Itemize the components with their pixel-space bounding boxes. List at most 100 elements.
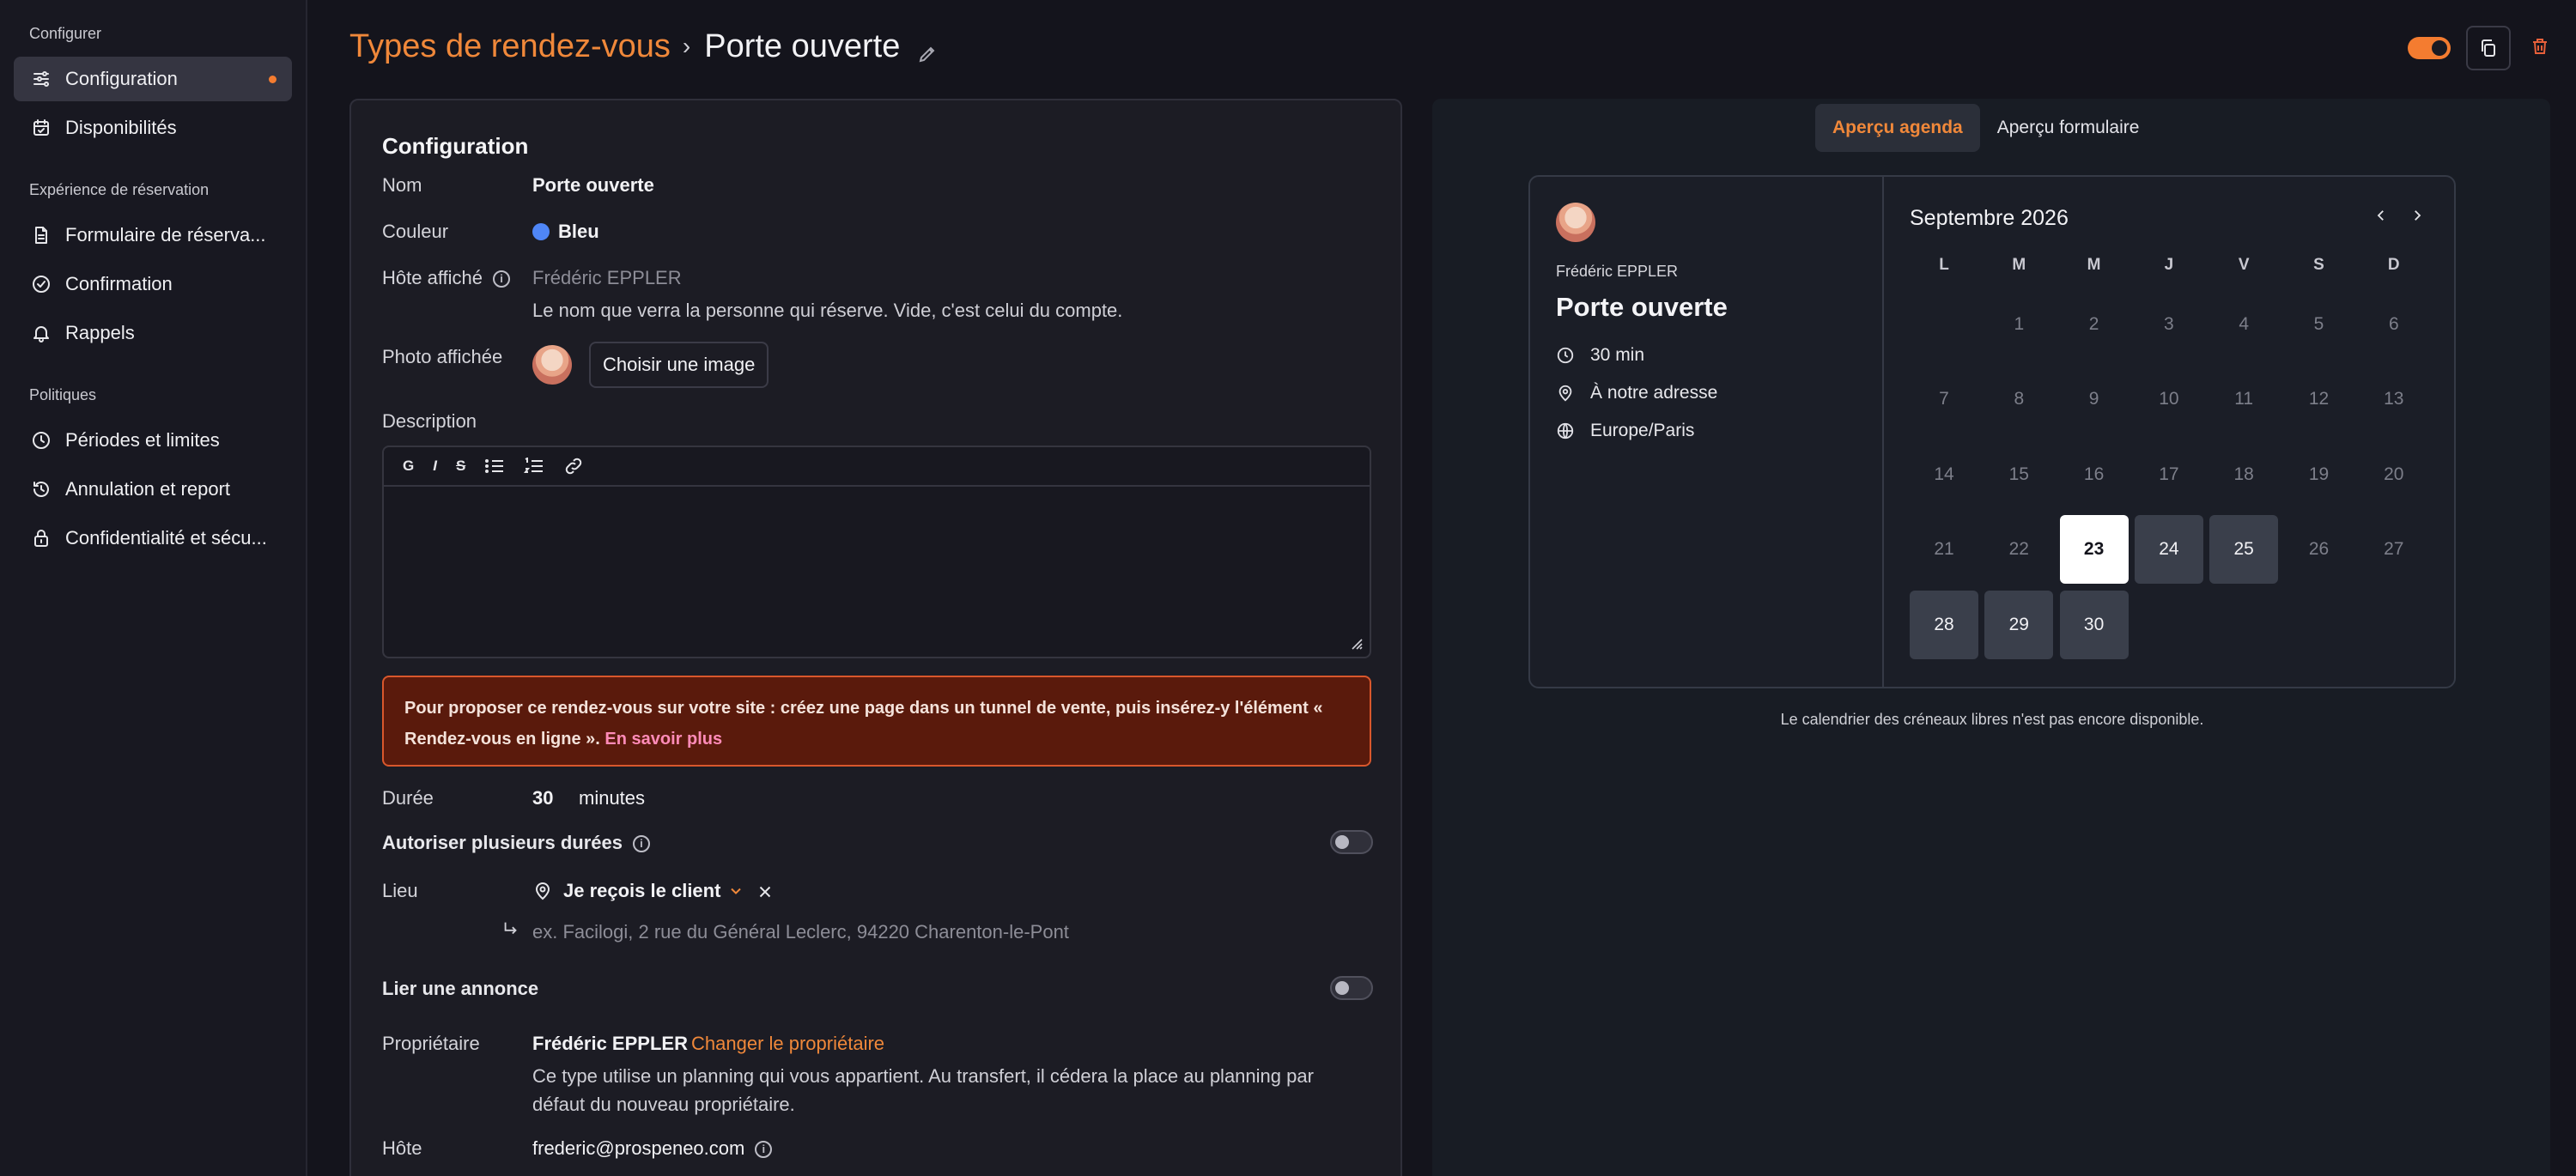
calendar-day: 10 [2159,389,2179,409]
numbered-list-icon[interactable] [524,457,544,476]
info-icon[interactable]: i [755,1141,773,1159]
weekday-header: J [2164,256,2174,274]
calendar-day: 21 [1934,539,1954,560]
change-owner-link[interactable]: Changer le propriétaire [691,1033,884,1055]
check-circle-icon [31,274,52,294]
description-editor[interactable]: G I S [382,446,1371,658]
header-actions [2408,26,2550,70]
breadcrumb-separator: › [682,33,691,59]
weekday-header: S [2313,256,2324,274]
address-input[interactable]: ex. Facilogi, 2 rue du Général Leclerc, … [532,921,1069,943]
calendar-icon [31,118,52,138]
calendar-day: 11 [2234,389,2254,409]
duration-input[interactable]: 30 [532,787,553,809]
color-label: Couleur [382,221,449,242]
sidebar-item-periodes[interactable]: Périodes et limites [14,418,292,463]
link-icon[interactable] [563,458,584,476]
chevron-down-icon [731,888,742,894]
map-pin-icon [535,882,550,900]
weekday-header: M [2012,256,2026,274]
sidebar-item-formulaire[interactable]: Formulaire de réserva... [14,213,292,258]
calendar-day: 16 [2083,464,2105,484]
resize-handle-icon[interactable] [1349,636,1363,650]
tab-apercu-agenda[interactable]: Aperçu agenda [1815,104,1980,152]
sidebar: Configurer Configuration Disponibilités … [0,0,307,1176]
italic-button[interactable]: I [433,458,437,475]
chevron-right-icon[interactable] [2409,208,2425,223]
sidebar-item-label: Périodes et limites [65,429,220,451]
host-field[interactable]: Frédéric EPPLER [532,267,682,289]
multi-duration-label: Autoriser plusieurs durées i [382,832,650,854]
host-help-text: Le nom que verra la personne qui réserve… [532,300,1123,321]
info-icon[interactable]: i [493,270,511,288]
owner-value: Frédéric EPPLER [532,1033,688,1054]
calendar-day[interactable]: 30 [2059,590,2129,659]
calendar-day[interactable]: 29 [1984,590,2054,659]
event-location: À notre adresse [1556,383,1717,403]
close-icon[interactable] [756,882,775,901]
avatar [532,345,572,385]
name-field[interactable]: Porte ouverte [532,174,654,197]
calendar-day[interactable]: 24 [2134,515,2203,585]
sidebar-item-disponibilites[interactable]: Disponibilités [14,106,292,150]
duplicate-button[interactable] [2466,26,2511,70]
chevron-left-icon[interactable] [2373,208,2389,223]
event-summary: Frédéric EPPLER Porte ouverte 30 min À n… [1530,177,1884,687]
calendar-day: 6 [2388,314,2399,334]
trash-icon[interactable] [2530,36,2550,61]
sidebar-section-title: Politiques [29,386,97,403]
sidebar-item-label: Rappels [65,322,135,343]
sliders-icon [31,69,52,89]
calendar-day[interactable]: 28 [1910,590,1978,659]
color-select[interactable]: Bleu [532,221,599,243]
bell-icon [31,323,52,343]
calendar-day: 13 [2384,389,2404,409]
photo-label: Photo affichée [382,346,503,367]
choose-image-button[interactable]: Choisir une image [589,342,769,388]
multi-duration-toggle[interactable] [1330,830,1373,854]
calendar-day: 2 [2088,314,2099,334]
pencil-icon[interactable] [917,36,938,63]
location-select[interactable]: Je reçois le client [532,880,744,902]
link-ad-toggle[interactable] [1330,976,1373,1000]
sidebar-item-confirmation[interactable]: Confirmation [14,262,292,306]
weekday-header: L [1939,256,1949,274]
bullet-list-icon[interactable] [484,458,505,476]
sidebar-item-confidentialite[interactable]: Confidentialité et sécu... [14,516,292,561]
sidebar-item-label: Formulaire de réserva... [65,224,266,246]
host-email-label: Hôte [382,1137,422,1159]
preview-tabs: Aperçu agenda Aperçu formulaire [1815,104,2156,152]
unsaved-dot [269,76,276,83]
configuration-card: Configuration Nom Porte ouverte Couleur … [349,99,1402,1176]
sidebar-item-annulation[interactable]: Annulation et report [14,467,292,512]
info-icon[interactable]: i [632,835,650,853]
calendar-day: 7 [1939,389,1949,409]
calendar-day: 15 [2008,464,2029,484]
active-toggle[interactable] [2408,37,2451,59]
tab-apercu-formulaire[interactable]: Aperçu formulaire [1980,104,2157,152]
calendar-day-selected[interactable]: 23 [2059,515,2129,585]
weekday-header: M [2087,256,2101,274]
breadcrumb-parent-link[interactable]: Types de rendez-vous [349,28,671,65]
owner-label: Propriétaire [382,1033,480,1054]
calendar-day: 17 [2159,464,2179,484]
globe-icon [1557,422,1574,439]
calendar-day: 8 [2014,389,2025,409]
bold-button[interactable]: G [403,458,414,475]
sidebar-item-configuration[interactable]: Configuration [14,57,292,101]
name-label: Nom [382,174,422,196]
event-duration: 30 min [1556,345,1644,366]
clock-icon [31,430,52,451]
sidebar-item-label: Confidentialité et sécu... [65,527,267,549]
calendar-day[interactable]: 25 [2209,515,2279,585]
weekday-header: V [2238,256,2250,274]
sidebar-item-rappels[interactable]: Rappels [14,311,292,355]
calendar-day: 3 [2164,314,2174,334]
copy-icon [2482,39,2495,57]
calendar-day: 1 [2014,314,2025,334]
sidebar-item-label: Disponibilités [65,117,177,138]
learn-more-link[interactable]: En savoir plus [605,730,722,749]
calendar-day: 26 [2308,539,2330,560]
strike-button[interactable]: S [456,458,465,475]
calendar-day: 18 [2233,464,2254,484]
